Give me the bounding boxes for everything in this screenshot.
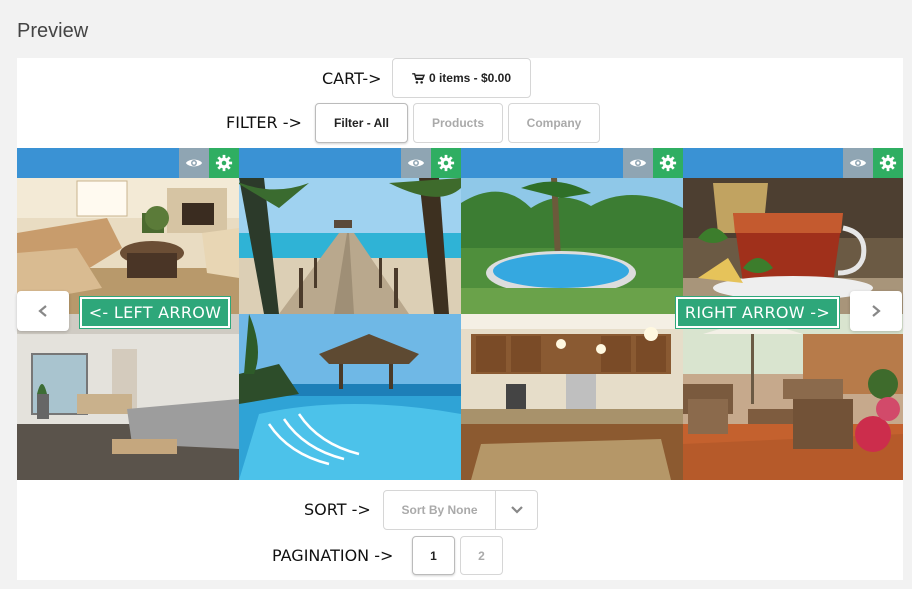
eye-icon[interactable]: [623, 148, 653, 178]
cart-button-text: 0 items - $0.00: [428, 71, 512, 85]
gallery-image-tropical-pier[interactable]: [239, 178, 461, 314]
pagination-label: PAGINATION ->: [272, 546, 394, 565]
image-gallery: [17, 178, 903, 480]
gallery-image-modern-living-room[interactable]: [17, 314, 239, 480]
filter-all-button[interactable]: Filter - All: [315, 103, 408, 143]
gear-icon[interactable]: [431, 148, 461, 178]
filter-company-button[interactable]: Company: [508, 103, 600, 143]
gallery-image-kitchen[interactable]: [461, 314, 683, 480]
page-title: Preview: [17, 20, 89, 42]
filter-products-button[interactable]: Products: [413, 103, 503, 143]
gear-icon[interactable]: [209, 148, 239, 178]
gear-icon[interactable]: [653, 148, 683, 178]
chevron-left-icon[interactable]: [17, 291, 69, 331]
gallery-image-outdoor-patio[interactable]: [683, 314, 903, 480]
left-arrow-callout: <- LEFT ARROW: [80, 297, 230, 328]
shopping-cart-icon: [412, 72, 425, 84]
sort-select[interactable]: Sort By None: [383, 490, 538, 530]
eye-icon[interactable]: [843, 148, 873, 178]
gallery-image-overwater-pool[interactable]: [239, 314, 461, 480]
gear-icon[interactable]: [873, 148, 903, 178]
page-button-2[interactable]: 2: [460, 536, 503, 575]
sort-label: SORT ->: [304, 500, 371, 519]
eye-icon[interactable]: [179, 148, 209, 178]
chevron-right-icon[interactable]: [850, 291, 902, 331]
gallery-image-garden-pool[interactable]: [461, 178, 683, 314]
cart-label: CART->: [322, 69, 382, 88]
right-arrow-callout: RIGHT ARROW ->: [676, 297, 839, 328]
sort-select-value: Sort By None: [384, 491, 496, 529]
page-button-1[interactable]: 1: [412, 536, 455, 575]
cart-button[interactable]: 0 items - $0.00: [392, 58, 531, 98]
eye-icon[interactable]: [401, 148, 431, 178]
chevron-down-icon[interactable]: [496, 491, 537, 529]
filter-label: FILTER ->: [226, 113, 302, 132]
